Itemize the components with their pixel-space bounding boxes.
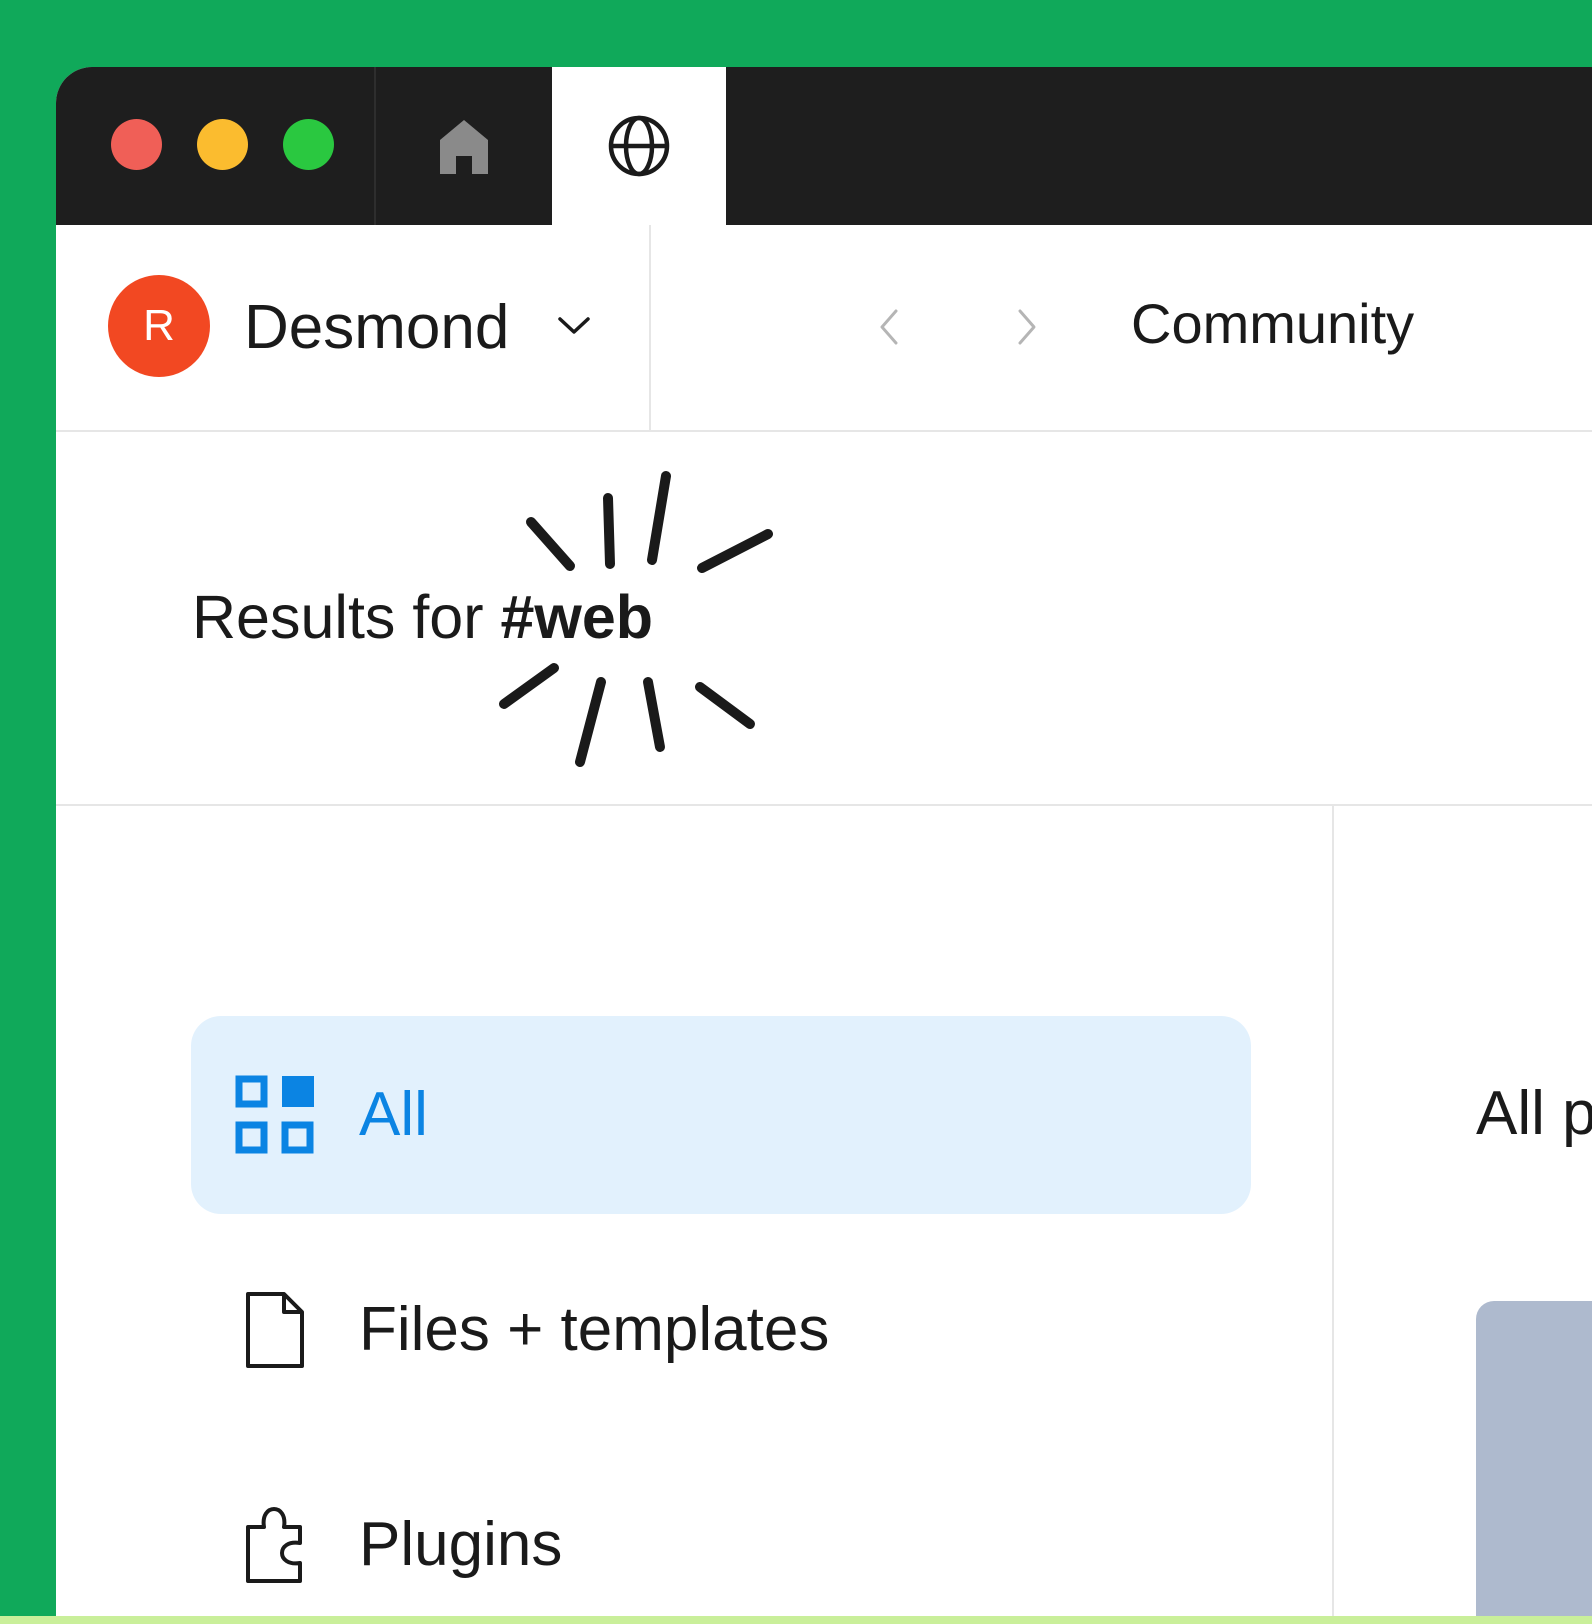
filter-sidebar: All Files + templates Plugins <box>56 806 1334 1616</box>
sidebar-item-label: Plugins <box>359 1510 563 1579</box>
header-bar: R Desmond Community <box>56 225 1592 432</box>
results-tag: #web <box>500 583 654 651</box>
results-section-heading: All p <box>1476 1079 1592 1148</box>
tab-web[interactable] <box>552 67 726 225</box>
sidebar-item-label: Files + templates <box>359 1295 830 1364</box>
sidebar-item-plugins[interactable]: Plugins <box>191 1446 1251 1616</box>
close-window-button[interactable] <box>111 119 162 170</box>
page-title: Community <box>1131 292 1415 355</box>
user-name[interactable]: Desmond <box>244 293 509 363</box>
sidebar-item-all[interactable]: All <box>191 1016 1251 1214</box>
app-window: R Desmond Community Results for #web All… <box>56 67 1592 1616</box>
avatar[interactable]: R <box>108 275 210 377</box>
sidebar-item-label: All <box>359 1080 428 1149</box>
tab-home[interactable] <box>376 67 552 225</box>
back-arrow-icon[interactable] <box>876 305 902 349</box>
panel-divider <box>1332 806 1334 1616</box>
result-thumbnail[interactable] <box>1476 1301 1592 1616</box>
results-header: Results for #web <box>56 432 1592 806</box>
bottom-strip <box>0 1616 1592 1624</box>
grid-icon <box>235 1075 315 1155</box>
globe-icon <box>608 115 670 177</box>
sidebar-item-files-templates[interactable]: Files + templates <box>191 1231 1251 1429</box>
plugin-icon <box>235 1505 315 1585</box>
title-bar <box>56 67 1592 225</box>
minimize-window-button[interactable] <box>197 119 248 170</box>
results-heading: Results for #web <box>192 582 653 652</box>
chevron-down-icon[interactable] <box>556 315 592 337</box>
header-divider <box>649 225 651 432</box>
forward-arrow-icon[interactable] <box>1014 305 1040 349</box>
file-icon <box>235 1290 315 1370</box>
results-prefix: Results for <box>192 583 501 651</box>
home-icon <box>440 120 488 174</box>
maximize-window-button[interactable] <box>283 119 334 170</box>
